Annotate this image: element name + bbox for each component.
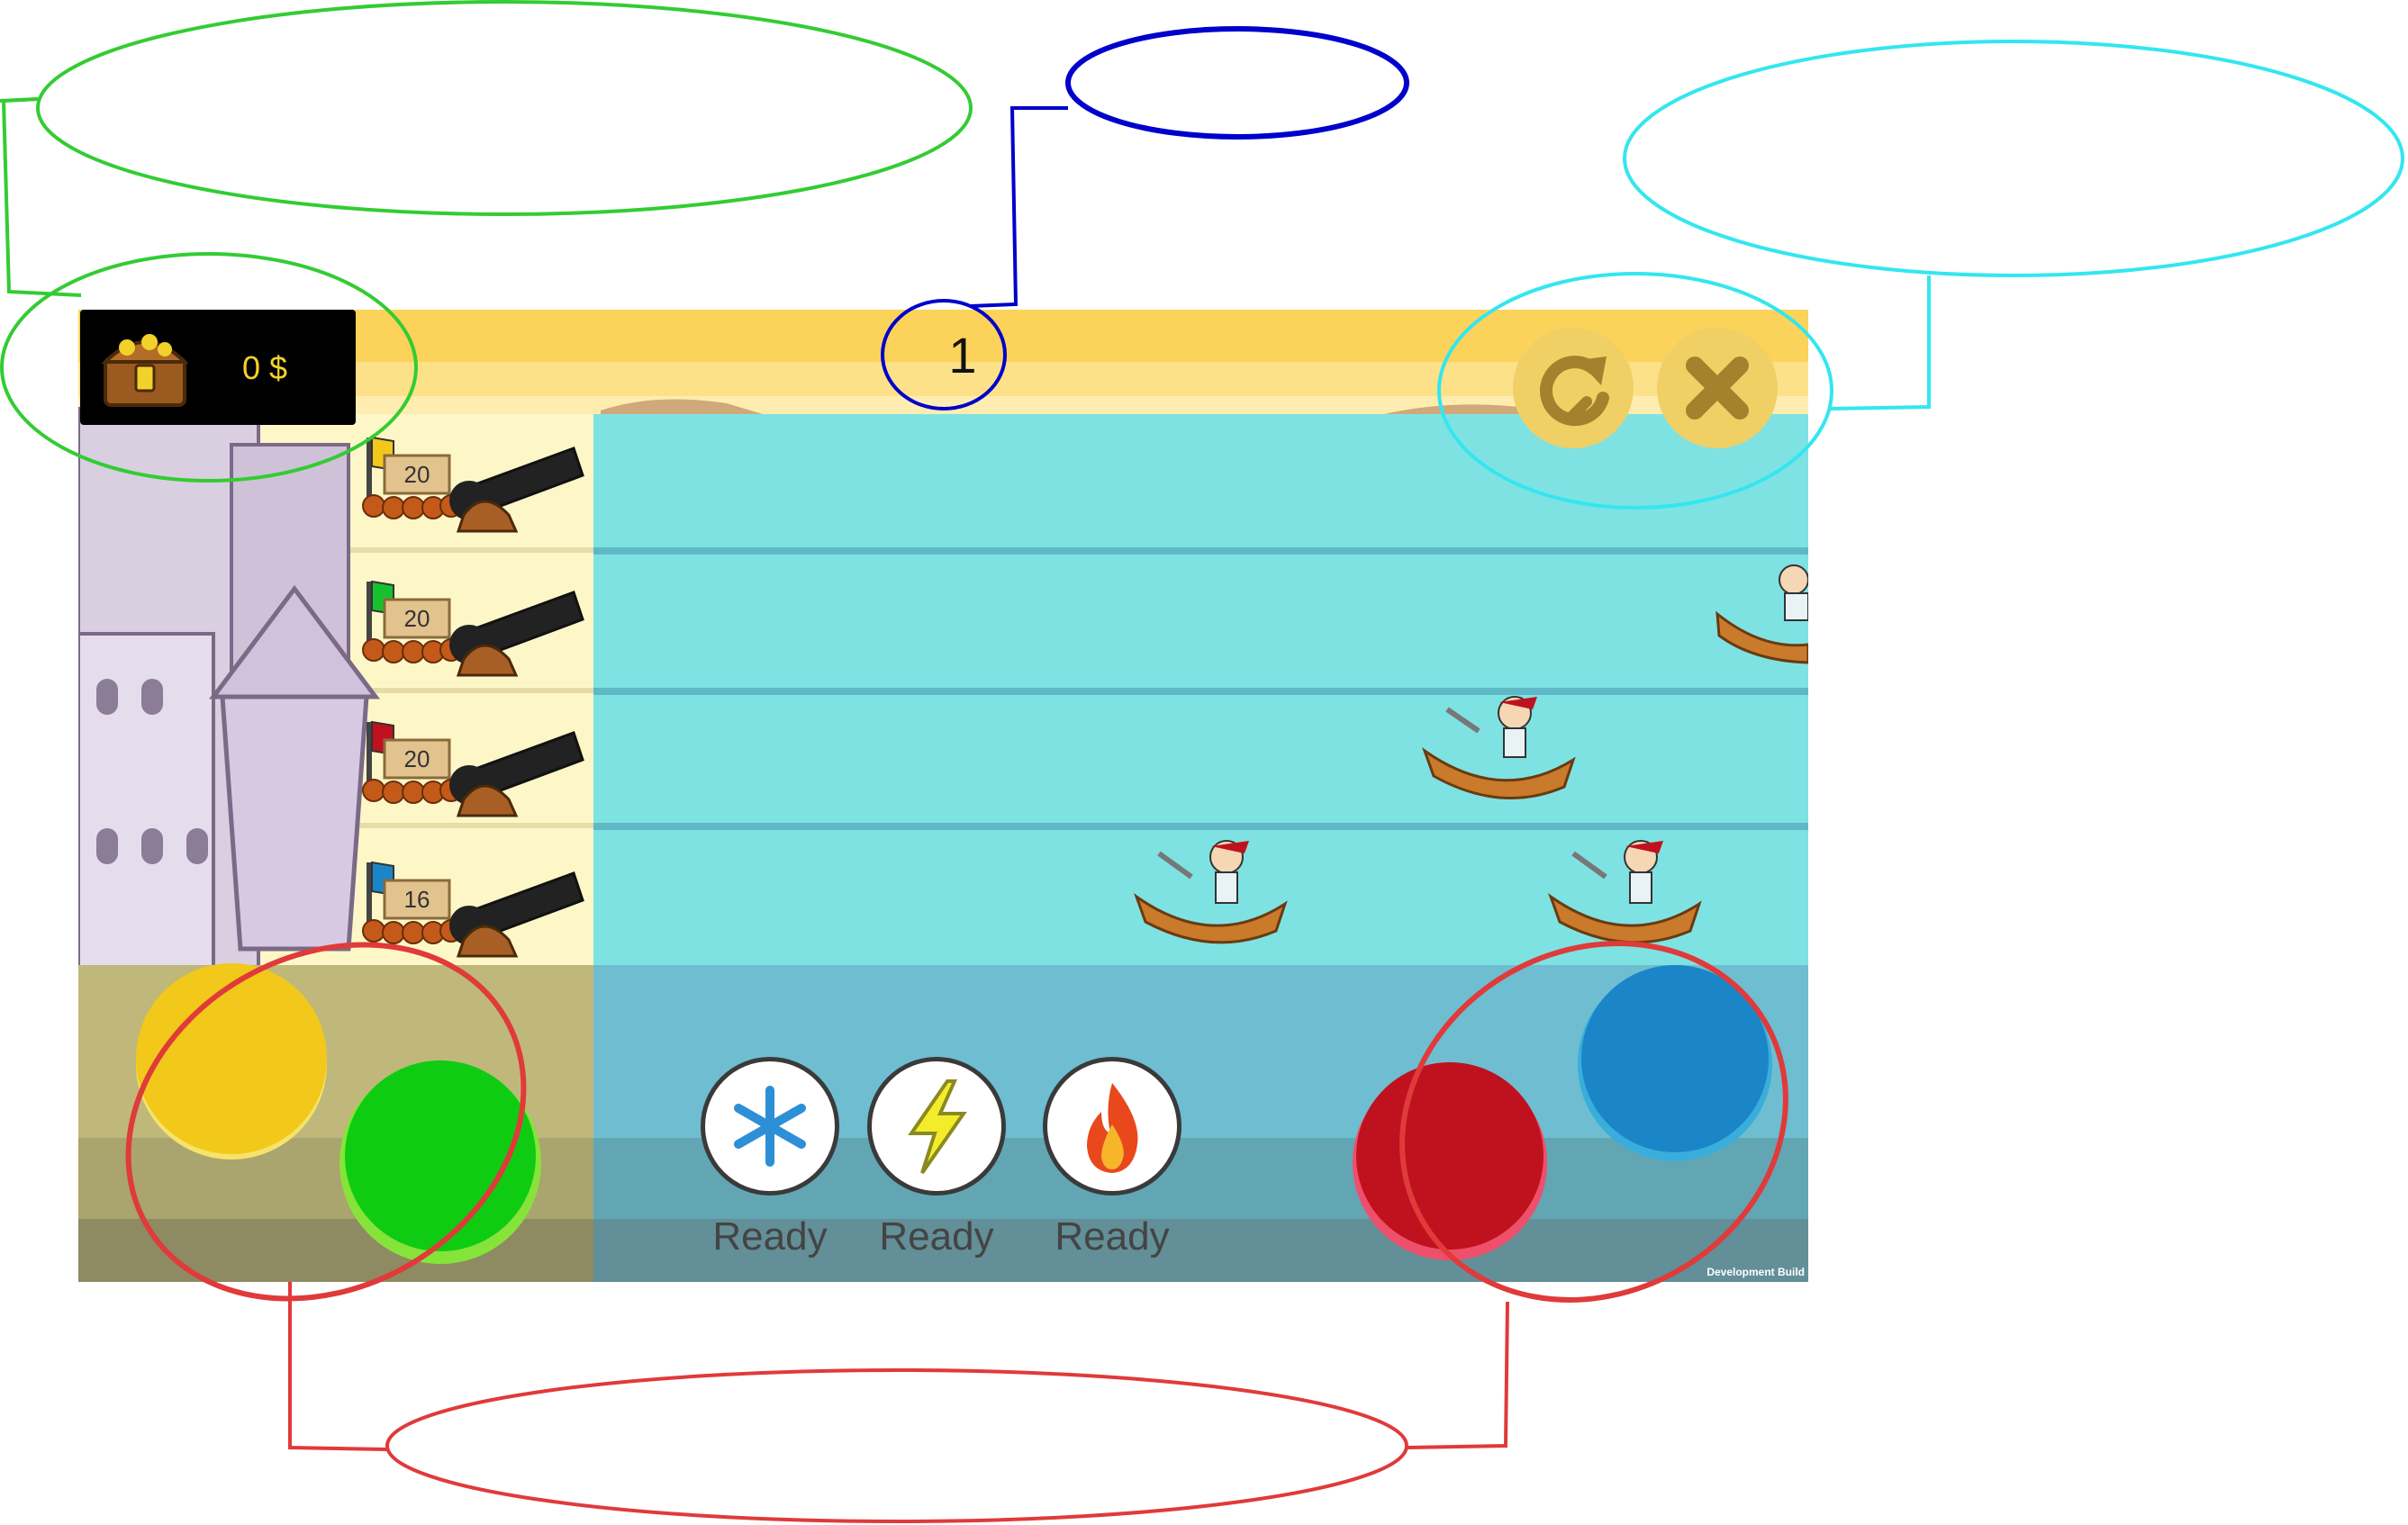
controls-callout-line [1827, 275, 1931, 411]
fire-status: Ready [1055, 1214, 1170, 1259]
cannon-icon [449, 871, 584, 958]
freeze-status: Ready [712, 1214, 828, 1259]
cannon-icon [449, 731, 584, 817]
fire-callout-bubble [385, 1368, 1408, 1523]
money-panel: 0 $ [80, 310, 356, 425]
snowflake-icon [734, 1086, 806, 1167]
round-callout-bubble [1065, 26, 1409, 140]
cannon-icon [449, 591, 584, 677]
ammo-count: 20 [403, 461, 430, 488]
cannon-icon [449, 447, 584, 533]
close-button[interactable] [1657, 328, 1778, 448]
fire-icon [1087, 1083, 1138, 1173]
cannon-lane: 20 [358, 425, 592, 542]
round-number: 1 [948, 327, 977, 384]
fire-callout-lines [288, 1282, 1509, 1451]
ammo-count: 20 [403, 745, 430, 772]
build-label: Development Build [1706, 1266, 1805, 1278]
money-callout-bubble [36, 0, 973, 216]
cannon-lane: 20 [358, 569, 592, 686]
ammo-count: 20 [403, 605, 430, 632]
restart-icon [1539, 356, 1609, 427]
cannon-lane: 16 [358, 850, 592, 967]
money-amount: 0 $ [242, 349, 288, 386]
money-callout-line [1, 97, 82, 297]
fire-powerup-button[interactable] [1043, 1057, 1181, 1196]
cannon-lane: 20 [358, 709, 592, 826]
treasure-chest-icon [101, 334, 189, 407]
lightning-powerup-button[interactable] [867, 1057, 1006, 1196]
game-viewport: 0 $ 1 20 20 20 16 Ready Ready Ready Deve… [78, 310, 1808, 1282]
round-callout-line [970, 106, 1068, 308]
close-icon [1686, 356, 1749, 420]
lightning-icon [908, 1079, 967, 1175]
freeze-powerup-button[interactable] [701, 1057, 839, 1196]
lightning-status: Ready [879, 1214, 994, 1259]
ammo-count: 16 [403, 886, 430, 913]
controls-callout-bubble [1623, 40, 2404, 277]
restart-button[interactable] [1513, 328, 1634, 448]
